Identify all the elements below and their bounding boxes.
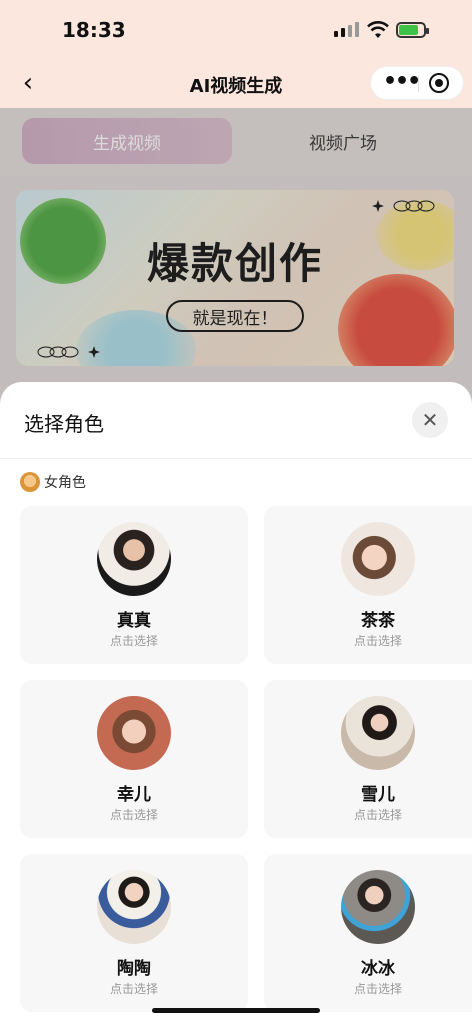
character-avatar [341, 696, 415, 770]
sheet-title: 选择角色 [24, 412, 104, 436]
capsule-divider [418, 76, 419, 92]
character-name: 雪儿 [361, 785, 395, 805]
category-label: 女角色 [44, 475, 86, 491]
nav-bar: ‹ AI视频生成 ••• [0, 62, 472, 108]
character-card[interactable]: 茶茶 点击选择 [264, 506, 472, 664]
more-dots-icon[interactable]: ••• [383, 71, 421, 93]
character-avatar [341, 522, 415, 596]
status-time: 18:33 [62, 18, 126, 42]
woman-emoji-icon [20, 472, 40, 492]
cellular-signal-icon [334, 22, 359, 37]
close-icon[interactable]: ✕ [412, 402, 448, 438]
character-card[interactable]: 雪儿 点击选择 [264, 680, 472, 838]
character-name: 真真 [117, 611, 151, 631]
battery-icon [396, 22, 429, 38]
character-hint: 点击选择 [353, 982, 402, 996]
status-bar: 18:33 [0, 0, 472, 62]
modal-overlay[interactable] [0, 108, 472, 408]
mini-program-close-icon[interactable] [429, 73, 449, 93]
character-hint: 点击选择 [353, 634, 402, 648]
character-card[interactable]: 陶陶 点击选择 [20, 854, 248, 1012]
character-card[interactable]: 真真 点击选择 [20, 506, 248, 664]
character-hint: 点击选择 [109, 982, 158, 996]
character-avatar [341, 870, 415, 944]
character-name: 幸儿 [117, 785, 151, 805]
home-indicator [152, 1008, 320, 1013]
category-header: 女角色 [20, 472, 86, 492]
character-avatar [97, 870, 171, 944]
character-hint: 点击选择 [109, 808, 158, 822]
character-avatar [97, 522, 171, 596]
character-card[interactable]: 冰冰 点击选择 [264, 854, 472, 1012]
character-hint: 点击选择 [353, 808, 402, 822]
character-hint: 点击选择 [109, 634, 158, 648]
character-avatar [97, 696, 171, 770]
character-select-sheet: 选择角色 ✕ 女角色 真真 点击选择 茶茶 点击选择 幸儿 点击选择 雪儿 点击… [0, 382, 472, 1024]
character-name: 茶茶 [361, 611, 395, 631]
mini-program-capsule: ••• [370, 66, 464, 100]
character-card[interactable]: 幸儿 点击选择 [20, 680, 248, 838]
wifi-icon [367, 21, 389, 38]
divider [0, 458, 472, 459]
character-name: 陶陶 [117, 959, 151, 979]
character-name: 冰冰 [361, 959, 395, 979]
